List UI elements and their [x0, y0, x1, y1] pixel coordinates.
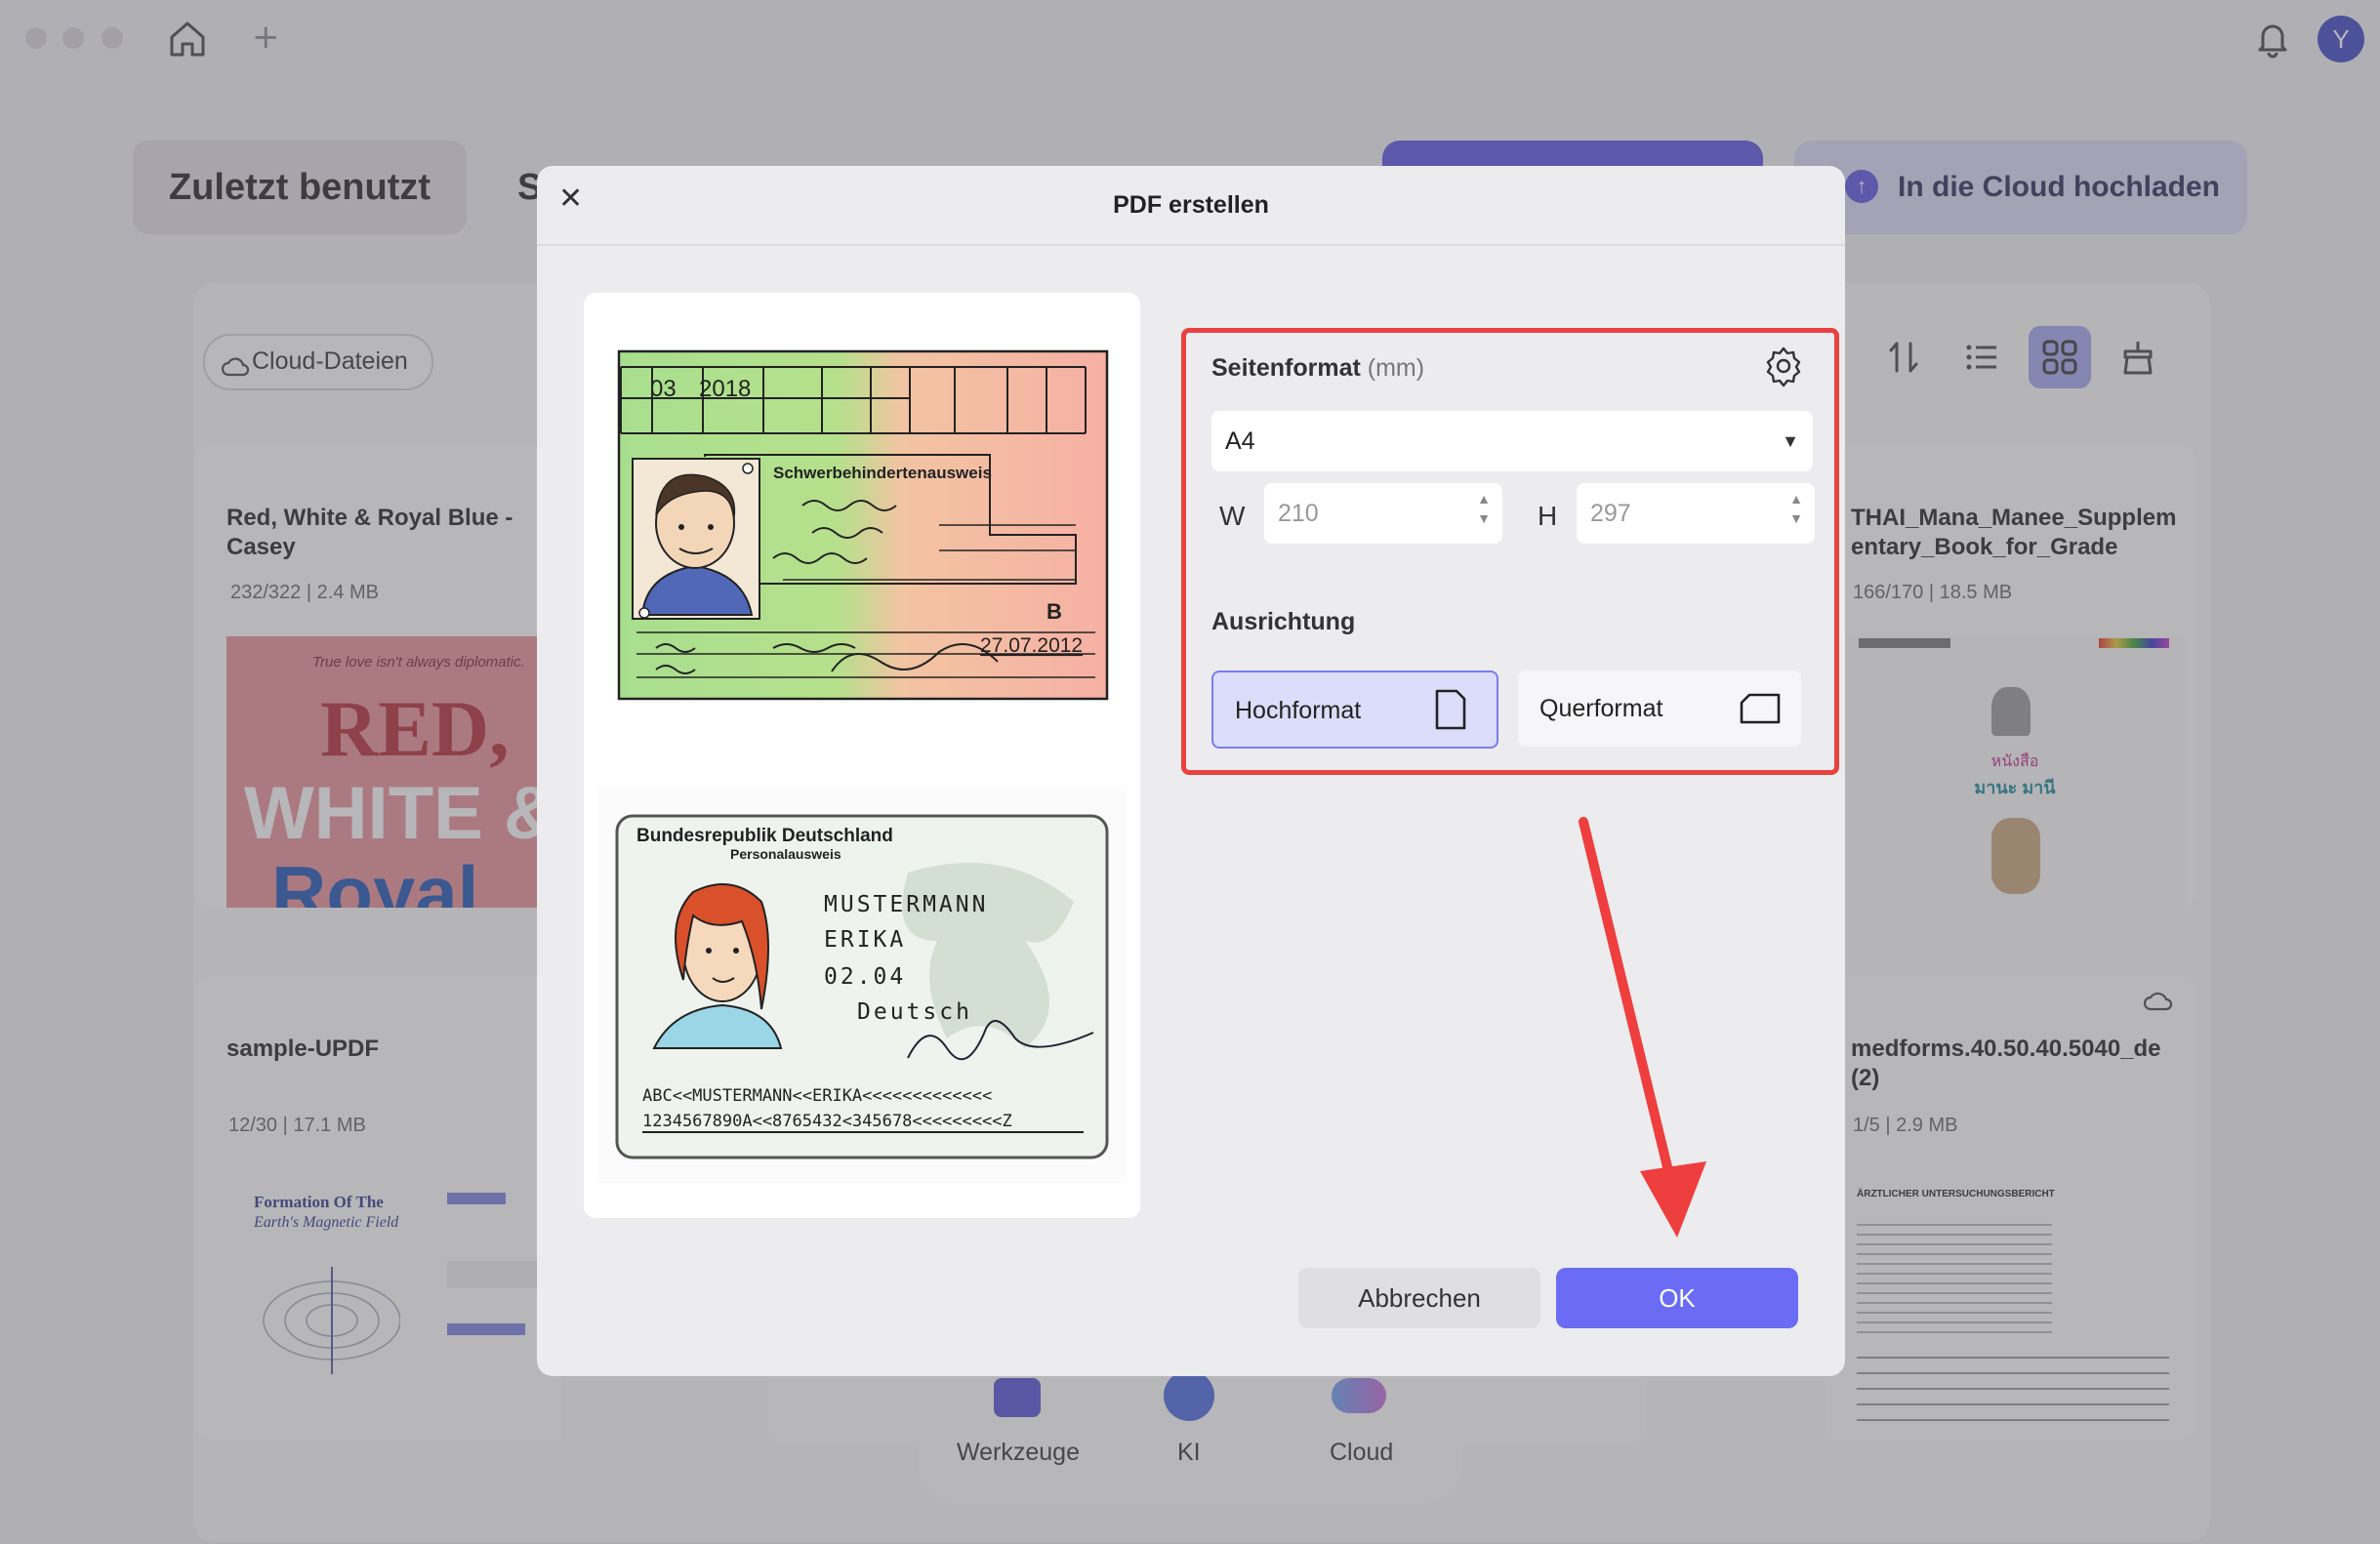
svg-text:Schwerbehindertenausweis: Schwerbehindertenausweis [773, 464, 992, 482]
svg-text:ABC<<MUSTERMANN<<ERIKA<<<<<<<<: ABC<<MUSTERMANN<<ERIKA<<<<<<<<<<<<< [642, 1086, 992, 1106]
page-format-value: A4 [1225, 427, 1255, 455]
id-card-personal: Bundesrepublik Deutschland Personalauswe… [597, 785, 1127, 1183]
svg-text:B: B [1046, 599, 1062, 624]
height-input[interactable]: 297 ▲ ▼ [1577, 483, 1815, 544]
portrait-option[interactable]: Hochformat [1211, 670, 1498, 749]
cancel-button[interactable]: Abbrechen [1298, 1268, 1540, 1328]
ok-button[interactable]: OK [1556, 1268, 1798, 1328]
svg-text:Personalausweis: Personalausweis [730, 846, 841, 862]
page-settings-panel: Seitenformat (mm) A4 ▼ W 210 ▲ ▼ H 297 ▲ ▼… [1181, 328, 1839, 775]
height-label: H [1538, 501, 1558, 531]
svg-text:02.04: 02.04 [824, 964, 906, 990]
caret-down-icon: ▼ [1782, 431, 1799, 451]
svg-text:ERIKA: ERIKA [824, 927, 906, 953]
width-input[interactable]: 210 ▲ ▼ [1264, 483, 1502, 544]
preview-pane: 03 2018 Schwerbehindertenausweis B 27.07… [584, 293, 1140, 1218]
portrait-page-icon [1435, 689, 1466, 730]
dialog-header: ✕ PDF erstellen [537, 166, 1845, 246]
svg-text:MUSTERMANN: MUSTERMANN [824, 892, 988, 917]
landscape-option[interactable]: Querformat [1518, 670, 1801, 747]
id-card-disability: 03 2018 Schwerbehindertenausweis B 27.07… [617, 349, 1109, 701]
page-format-label: Seitenformat (mm) [1211, 354, 1425, 382]
landscape-label: Querformat [1539, 695, 1663, 722]
landscape-page-icon [1740, 693, 1781, 724]
svg-text:1234567890A<<8765432<345678<<<: 1234567890A<<8765432<345678<<<<<<<<<Z [642, 1112, 1012, 1131]
portrait-label: Hochformat [1235, 697, 1362, 724]
svg-text:03: 03 [650, 376, 677, 402]
create-pdf-dialog: ✕ PDF erstellen 03 2018 Schwerbehinderte… [537, 166, 1845, 1376]
stepper-icon[interactable]: ▲ ▼ [1477, 489, 1491, 528]
svg-text:Deutsch: Deutsch [857, 999, 972, 1025]
dialog-title: PDF erstellen [1113, 191, 1269, 219]
svg-text:Bundesrepublik Deutschland: Bundesrepublik Deutschland [636, 826, 893, 846]
svg-text:27.07.2012: 27.07.2012 [980, 634, 1083, 657]
page-format-select[interactable]: A4 ▼ [1211, 411, 1813, 471]
gear-icon[interactable] [1762, 345, 1805, 387]
stepper-icon[interactable]: ▲ ▼ [1789, 489, 1803, 528]
svg-text:2018: 2018 [699, 376, 751, 402]
width-label: W [1219, 501, 1246, 531]
orientation-label: Ausrichtung [1211, 608, 1356, 635]
